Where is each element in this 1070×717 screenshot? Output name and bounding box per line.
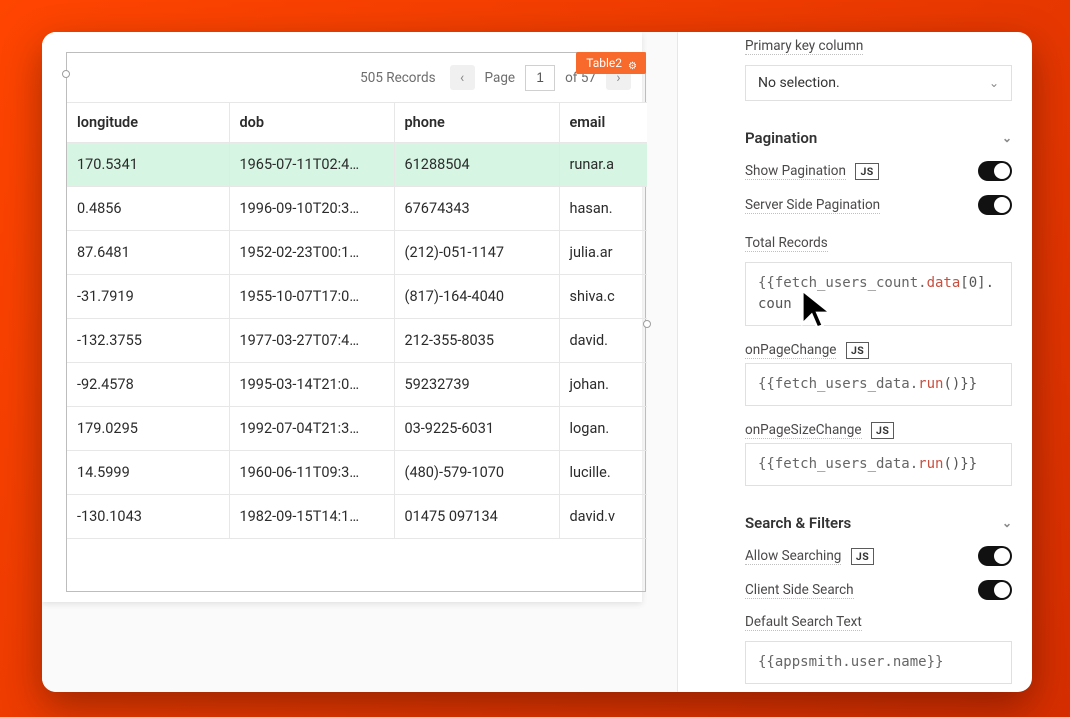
show-pagination-row: Show Pagination JS	[745, 161, 1012, 181]
allow-searching-toggle[interactable]	[978, 546, 1012, 566]
pagination-section: Pagination ⌄ Show Pagination JS Server S…	[745, 129, 1012, 486]
pagination-header[interactable]: Pagination ⌄	[745, 129, 1012, 147]
cell-longitude: 179.0295	[67, 407, 229, 451]
table-row[interactable]: 170.53411965-07-11T02:4…61288504runar.a	[67, 143, 647, 187]
primary-key-select[interactable]: No selection. ⌄	[745, 65, 1012, 101]
gear-icon[interactable]	[628, 58, 638, 68]
table-row[interactable]: 179.02951992-07-04T21:3…03-9225-6031loga…	[67, 407, 647, 451]
table-row[interactable]: 87.64811952-02-23T00:1…(212)-051-1147jul…	[67, 231, 647, 275]
js-chip[interactable]: JS	[855, 163, 878, 180]
server-side-pagination-toggle[interactable]	[978, 195, 1012, 215]
cell-email: david.	[559, 319, 647, 363]
cell-dob: 1992-07-04T21:3…	[229, 407, 394, 451]
cell-longitude: 0.4856	[67, 187, 229, 231]
table-row[interactable]: -31.79191955-10-07T17:0…(817)-164-4040sh…	[67, 275, 647, 319]
cell-email: julia.ar	[559, 231, 647, 275]
cell-phone: (480)-579-1070	[394, 451, 559, 495]
page-label: Page	[485, 70, 516, 86]
cell-email: lucille.	[559, 451, 647, 495]
cell-phone: 212-355-8035	[394, 319, 559, 363]
cell-phone: (817)-164-4040	[394, 275, 559, 319]
cell-phone: 61288504	[394, 143, 559, 187]
widget-name-tag[interactable]: Table2	[576, 52, 646, 74]
table-widget[interactable]: Table2 505 Records ‹ Page of 57 › longit…	[66, 52, 646, 592]
onpagechange-label: onPageChange	[745, 342, 836, 359]
js-chip[interactable]: JS	[846, 342, 869, 359]
table-row[interactable]: 14.59991960-06-11T09:3…(480)-579-1070luc…	[67, 451, 647, 495]
chevron-down-icon: ⌄	[989, 76, 999, 90]
cell-email: runar.a	[559, 143, 647, 187]
resize-handle-right[interactable]	[643, 320, 651, 328]
cell-dob: 1960-06-11T09:3…	[229, 451, 394, 495]
chevron-down-icon: ⌄	[1002, 516, 1012, 530]
cell-dob: 1965-07-11T02:4…	[229, 143, 394, 187]
onpagechange-input[interactable]: {{fetch_users_data.run()}}	[745, 363, 1012, 406]
table-row[interactable]: -130.10431982-09-15T14:1…01475 097134dav…	[67, 495, 647, 539]
default-search-text-input[interactable]: {{appsmith.user.name}}	[745, 641, 1012, 684]
table-paginator: 505 Records ‹ Page of 57 ›	[67, 53, 645, 102]
cell-dob: 1977-03-27T07:4…	[229, 319, 394, 363]
col-phone[interactable]: phone	[394, 103, 559, 143]
cell-email: johan.	[559, 363, 647, 407]
default-search-text-label: Default Search Text	[745, 614, 862, 631]
col-dob[interactable]: dob	[229, 103, 394, 143]
cell-email: david.v	[559, 495, 647, 539]
onpagesizechange-input[interactable]: {{fetch_users_data.run()}}	[745, 443, 1012, 486]
cell-phone: 01475 097134	[394, 495, 559, 539]
data-table: longitude dob phone email 170.53411965-0…	[67, 102, 647, 539]
widget-name: Table2	[586, 56, 622, 70]
cell-longitude: -130.1043	[67, 495, 229, 539]
cell-email: hasan.	[559, 187, 647, 231]
records-count: 505 Records	[360, 70, 435, 86]
col-longitude[interactable]: longitude	[67, 103, 229, 143]
cell-longitude: -31.7919	[67, 275, 229, 319]
js-chip[interactable]: JS	[871, 422, 894, 439]
cell-dob: 1996-09-10T20:3…	[229, 187, 394, 231]
table-header-row: longitude dob phone email	[67, 103, 647, 143]
server-side-pagination-row: Server Side Pagination	[745, 195, 1012, 215]
cell-longitude: -132.3755	[67, 319, 229, 363]
table-row[interactable]: 0.48561996-09-10T20:3…67674343hasan.	[67, 187, 647, 231]
cell-phone: 03-9225-6031	[394, 407, 559, 451]
client-side-search-toggle[interactable]	[978, 580, 1012, 600]
page-number-input[interactable]	[525, 65, 555, 91]
cell-phone: 59232739	[394, 363, 559, 407]
js-chip[interactable]: JS	[851, 548, 874, 565]
search-filters-header[interactable]: Search & Filters ⌄	[745, 514, 1012, 532]
cell-phone: (212)-051-1147	[394, 231, 559, 275]
cell-dob: 1952-02-23T00:1…	[229, 231, 394, 275]
show-pagination-toggle[interactable]	[978, 161, 1012, 181]
table-row[interactable]: -92.45781995-03-14T21:0…59232739johan.	[67, 363, 647, 407]
total-records-input[interactable]: {{fetch_users_count.data[0].coun	[745, 262, 1012, 326]
cell-dob: 1955-10-07T17:0…	[229, 275, 394, 319]
table-row[interactable]: -132.37551977-03-27T07:4…212-355-8035dav…	[67, 319, 647, 363]
cell-longitude: 14.5999	[67, 451, 229, 495]
cell-longitude: -92.4578	[67, 363, 229, 407]
col-email[interactable]: email	[559, 103, 647, 143]
page-prev-button[interactable]: ‹	[450, 65, 475, 90]
cell-longitude: 87.6481	[67, 231, 229, 275]
cell-longitude: 170.5341	[67, 143, 229, 187]
search-filters-section: Search & Filters ⌄ Allow Searching JS Cl…	[745, 514, 1012, 684]
primary-key-label: Primary key column	[745, 38, 863, 55]
canvas-area: Table2 505 Records ‹ Page of 57 › longit…	[42, 32, 678, 692]
cell-dob: 1995-03-14T21:0…	[229, 363, 394, 407]
onpagesizechange-label: onPageSizeChange	[745, 422, 862, 439]
resize-handle-left[interactable]	[62, 70, 70, 78]
client-side-search-row: Client Side Search	[745, 580, 1012, 600]
allow-searching-row: Allow Searching JS	[745, 546, 1012, 566]
total-records-label: Total Records	[745, 235, 828, 252]
cell-email: shiva.c	[559, 275, 647, 319]
primary-key-value: No selection.	[758, 75, 840, 91]
property-pane: Primary key column No selection. ⌄ Pagin…	[725, 32, 1032, 692]
chevron-down-icon: ⌄	[1002, 131, 1012, 145]
cell-dob: 1982-09-15T14:1…	[229, 495, 394, 539]
cell-phone: 67674343	[394, 187, 559, 231]
cell-email: logan.	[559, 407, 647, 451]
app-window: Table2 505 Records ‹ Page of 57 › longit…	[42, 32, 1032, 692]
